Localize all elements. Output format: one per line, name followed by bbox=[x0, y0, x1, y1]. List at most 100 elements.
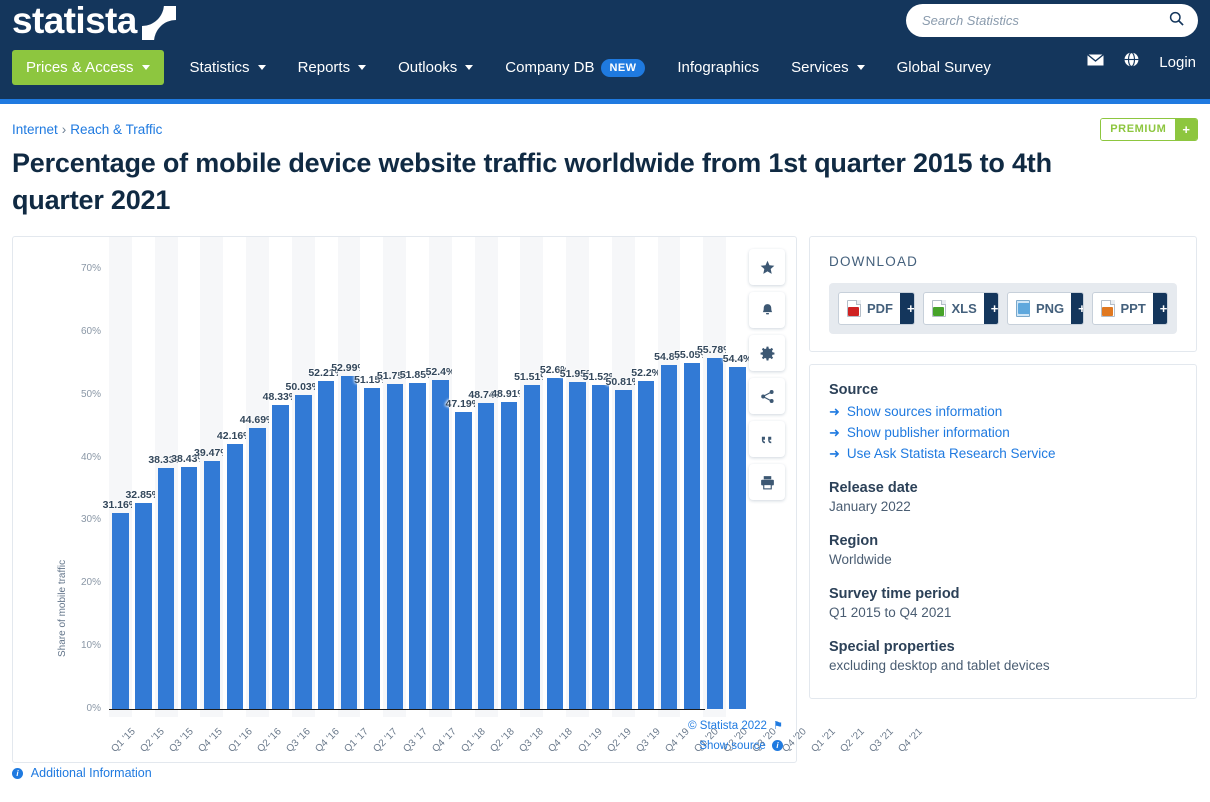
bar-group[interactable]: 55.05% bbox=[674, 237, 710, 717]
bar[interactable]: 51.52% bbox=[583, 371, 618, 709]
citation-quote-icon[interactable] bbox=[749, 421, 785, 457]
bar[interactable]: 51.85% bbox=[400, 369, 435, 709]
flag-icon[interactable]: ⚑ bbox=[773, 720, 783, 732]
bar-group[interactable]: 52.4% bbox=[426, 237, 455, 717]
bar[interactable]: 38.43% bbox=[171, 453, 207, 709]
bar[interactable]: 50.81% bbox=[606, 376, 641, 709]
bar[interactable]: 48.33% bbox=[263, 391, 298, 709]
nav-item-services[interactable]: Services bbox=[775, 53, 881, 82]
bar[interactable]: 44.69% bbox=[240, 414, 275, 709]
bar-group[interactable]: 38.43% bbox=[171, 237, 207, 717]
download-ppt-button[interactable]: PPT + bbox=[1091, 292, 1168, 325]
bar-group[interactable]: 55.78% bbox=[697, 237, 733, 717]
bar-group[interactable]: 50.81% bbox=[606, 237, 641, 717]
search-icon[interactable] bbox=[1169, 11, 1184, 30]
bar[interactable]: 51.51% bbox=[514, 371, 550, 709]
bar-group[interactable]: 38.33% bbox=[148, 237, 184, 717]
logo-wordmark: statista bbox=[12, 0, 137, 41]
bar-group[interactable]: 51.95% bbox=[560, 237, 595, 717]
bar-group[interactable]: 42.16% bbox=[217, 237, 253, 717]
nav-item-infographics[interactable]: Infographics bbox=[661, 53, 775, 82]
breadcrumb-item-internet[interactable]: Internet bbox=[12, 122, 58, 137]
bar-group[interactable]: 51.52% bbox=[583, 237, 618, 717]
download-png-button[interactable]: PNG + bbox=[1007, 292, 1084, 325]
info-icon[interactable]: i bbox=[772, 740, 783, 751]
bar-group[interactable]: 52.99% bbox=[331, 237, 367, 717]
download-options-toggle[interactable]: + bbox=[1152, 293, 1168, 324]
nav-item-outlooks[interactable]: Outlooks bbox=[382, 53, 489, 82]
download-options-toggle[interactable]: + bbox=[900, 293, 914, 324]
nav-item-statistics[interactable]: Statistics bbox=[174, 53, 282, 82]
nav-label: Company DB bbox=[505, 59, 595, 76]
bar-group[interactable]: 52.2% bbox=[631, 237, 661, 717]
login-button[interactable]: Login bbox=[1159, 54, 1196, 71]
bar-group[interactable]: 51.51% bbox=[514, 237, 550, 717]
bar-group[interactable]: 51.15% bbox=[354, 237, 390, 717]
bar-group[interactable]: 48.74% bbox=[468, 237, 504, 717]
bar[interactable]: 55.05% bbox=[674, 349, 710, 709]
bar[interactable]: 50.03% bbox=[285, 381, 321, 709]
bar[interactable]: 31.16% bbox=[103, 499, 138, 709]
download-pdf-button[interactable]: PDF + bbox=[838, 292, 915, 325]
x-axis-tick-label: Q4 '16 bbox=[313, 726, 342, 755]
nav-item-global-survey[interactable]: Global Survey bbox=[881, 53, 1007, 82]
show-sources-information-link[interactable]: ➜ Show sources information bbox=[829, 401, 1177, 422]
premium-badge[interactable]: PREMIUM + bbox=[1100, 118, 1198, 141]
additional-information-link[interactable]: i Additional Information bbox=[12, 766, 152, 780]
bar[interactable]: 51.15% bbox=[354, 374, 390, 709]
nav-item-company-db[interactable]: Company DB NEW bbox=[489, 53, 661, 83]
bar[interactable]: 48.74% bbox=[468, 389, 504, 709]
bar[interactable]: 52.21% bbox=[308, 367, 344, 709]
bar[interactable]: 48.91% bbox=[491, 388, 527, 709]
bar-group[interactable]: 47.19% bbox=[446, 237, 481, 717]
bar-group[interactable]: 51.75% bbox=[377, 237, 413, 717]
bar[interactable]: 51.75% bbox=[377, 370, 413, 709]
breadcrumb-item-reach-traffic[interactable]: Reach & Traffic bbox=[70, 122, 162, 137]
globe-icon[interactable] bbox=[1124, 51, 1139, 72]
statista-logo[interactable]: statista bbox=[12, 0, 176, 42]
chevron-down-icon bbox=[358, 65, 367, 70]
bar[interactable]: 52.2% bbox=[631, 367, 661, 709]
ask-statista-research-service-link[interactable]: ➜ Use Ask Statista Research Service bbox=[829, 443, 1177, 464]
bar-group[interactable]: 32.85% bbox=[125, 237, 161, 717]
bar[interactable]: 55.78% bbox=[697, 344, 733, 709]
bar[interactable]: 52.6% bbox=[540, 364, 570, 709]
nav-item-reports[interactable]: Reports bbox=[282, 53, 383, 82]
bar-group[interactable]: 52.6% bbox=[540, 237, 570, 717]
favorite-star-icon[interactable] bbox=[749, 249, 785, 285]
bar[interactable]: 52.4% bbox=[426, 366, 455, 709]
bar-group[interactable]: 48.91% bbox=[491, 237, 527, 717]
bar-group[interactable]: 31.16% bbox=[103, 237, 138, 717]
share-icon[interactable] bbox=[749, 378, 785, 414]
bar-group[interactable]: 52.21% bbox=[308, 237, 344, 717]
bar[interactable]: 54.4% bbox=[723, 353, 753, 709]
download-xls-button[interactable]: XLS + bbox=[922, 292, 999, 325]
bar[interactable]: 52.99% bbox=[331, 362, 367, 709]
bar[interactable]: 32.85% bbox=[125, 489, 161, 709]
print-icon[interactable] bbox=[749, 464, 785, 500]
bar-group[interactable]: 50.03% bbox=[285, 237, 321, 717]
bar-group[interactable]: 44.69% bbox=[240, 237, 275, 717]
envelope-icon[interactable] bbox=[1087, 53, 1105, 71]
show-source-link[interactable]: Show source i bbox=[688, 740, 783, 752]
bar-group[interactable]: 54.4% bbox=[723, 237, 753, 717]
bar[interactable]: 39.47% bbox=[194, 447, 230, 709]
bar[interactable]: 51.95% bbox=[560, 368, 595, 709]
bar-group[interactable]: 48.33% bbox=[263, 237, 298, 717]
bar-group[interactable]: 54.8% bbox=[654, 237, 684, 717]
bar[interactable]: 38.33% bbox=[148, 454, 184, 709]
nav-item-prices-access[interactable]: Prices & Access bbox=[12, 50, 164, 85]
bar[interactable]: 54.8% bbox=[654, 351, 684, 709]
alert-bell-icon[interactable] bbox=[749, 292, 785, 328]
settings-gear-icon[interactable] bbox=[749, 335, 785, 371]
bar[interactable]: 42.16% bbox=[217, 430, 253, 709]
search-box[interactable] bbox=[906, 4, 1198, 37]
search-input[interactable] bbox=[920, 12, 1169, 29]
bar[interactable]: 47.19% bbox=[446, 398, 481, 709]
bar-group[interactable]: 39.47% bbox=[194, 237, 230, 717]
bar-group[interactable]: 51.85% bbox=[400, 237, 435, 717]
download-options-toggle[interactable]: + bbox=[983, 293, 999, 324]
download-panel: DOWNLOAD PDF + XLS + PNG PPT + bbox=[809, 236, 1197, 352]
show-publisher-information-link[interactable]: ➜ Show publisher information bbox=[829, 422, 1177, 443]
download-options-toggle[interactable]: + bbox=[1071, 293, 1083, 324]
